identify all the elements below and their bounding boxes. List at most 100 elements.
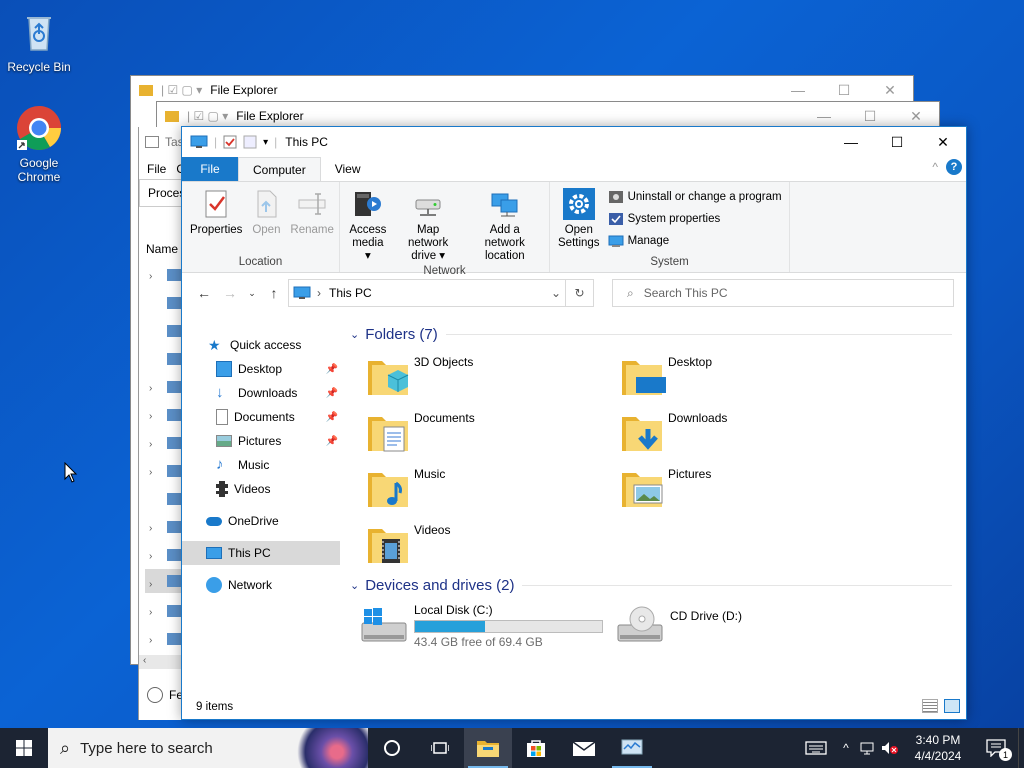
nav-desktop[interactable]: Desktop 📌 — [182, 357, 340, 381]
nav-network[interactable]: Network — [182, 573, 340, 597]
column-header-name[interactable]: Name — [146, 242, 178, 256]
nav-pictures[interactable]: Pictures 📌 — [182, 429, 340, 453]
folder-desktop[interactable]: Desktop — [620, 351, 860, 399]
menu-file[interactable]: File — [147, 162, 166, 176]
rename-label: Rename — [290, 224, 334, 236]
folder-pictures[interactable]: Pictures — [620, 463, 860, 511]
address-dropdown-icon[interactable]: ⌄ — [551, 286, 561, 300]
refresh-button[interactable]: ↻ — [565, 280, 593, 306]
folder-3d-objects[interactable]: 3D Objects — [366, 351, 606, 399]
nav-documents[interactable]: Documents 📌 — [182, 405, 340, 429]
map-network-drive-button[interactable]: Map network drive ▾ — [392, 186, 465, 263]
taskbar-mail[interactable] — [560, 728, 608, 768]
drive-d[interactable]: CD Drive (D:) — [616, 603, 742, 647]
clock-time: 3:40 PM — [915, 733, 961, 747]
title-bar[interactable]: | ▾ | This PC — ☐ ✕ — [182, 127, 966, 157]
forward-button[interactable]: → — [218, 281, 242, 305]
breadcrumb-this-pc[interactable]: This PC — [329, 286, 372, 300]
horizontal-scrollbar[interactable]: ‹ — [139, 655, 182, 669]
taskbar-search-input[interactable]: Type here to search — [80, 740, 213, 757]
section-title: Devices and drives (2) — [365, 576, 515, 594]
minimize-button[interactable]: — — [775, 76, 821, 104]
manage-button[interactable]: Manage — [608, 230, 782, 252]
taskbar-task-manager[interactable] — [608, 728, 656, 768]
nav-this-pc[interactable]: This PC — [182, 541, 340, 565]
customize-qa-dropdown[interactable]: ▾ — [263, 137, 268, 148]
drive-c[interactable]: Local Disk (C:) 43.4 GB free of 69.4 GB — [360, 603, 603, 649]
desktop-icon-chrome[interactable]: Google Chrome — [1, 104, 77, 184]
download-arrow-icon: ↓ — [216, 384, 224, 401]
close-button[interactable]: ✕ — [920, 127, 966, 157]
folders-section-header[interactable]: ⌄ Folders (7) — [350, 323, 952, 345]
task-view-button[interactable] — [416, 728, 464, 768]
open-settings-button[interactable]: Open Settings — [554, 186, 604, 254]
nav-videos[interactable]: Videos — [182, 477, 340, 501]
help-icon[interactable]: ? — [946, 159, 962, 175]
folder-music[interactable]: Music — [366, 463, 606, 511]
task-manager-window-fragment[interactable]: Tas File O Proces Name › › › › › › › › ›… — [138, 127, 182, 720]
open-button[interactable]: Open — [246, 186, 286, 254]
nav-label: Documents — [234, 410, 295, 424]
tab-file[interactable]: File — [182, 157, 238, 181]
system-properties-button[interactable]: System properties — [608, 208, 782, 230]
uninstall-program-button[interactable]: Uninstall or change a program — [608, 186, 782, 208]
address-bar[interactable]: › This PC ⌄ ↻ — [288, 279, 594, 307]
tab-processes[interactable]: Proces — [139, 179, 182, 207]
nav-music[interactable]: ♪ Music — [182, 453, 340, 477]
taskbar-microsoft-store[interactable] — [512, 728, 560, 768]
recent-locations-dropdown[interactable]: ⌄ — [244, 281, 260, 305]
touch-keyboard-button[interactable] — [796, 728, 836, 768]
maximize-button[interactable]: ☐ — [874, 127, 920, 157]
rename-button[interactable]: Rename — [286, 186, 337, 254]
tab-computer[interactable]: Computer — [238, 157, 321, 181]
settings-gear-icon — [562, 188, 595, 220]
quick-access-toolbar: | ☑ ▢ ▾ — [161, 83, 203, 97]
windows-drive-icon — [361, 608, 407, 642]
music-folder-icon — [366, 463, 414, 511]
search-box[interactable]: ⌕ Search This PC — [612, 279, 954, 307]
map-network-drive-icon — [415, 199, 441, 216]
taskbar-file-explorer[interactable] — [464, 728, 512, 768]
close-button[interactable]: ✕ — [867, 76, 913, 104]
new-folder-qa-icon[interactable] — [243, 135, 257, 149]
nav-label: This PC — [228, 546, 271, 560]
properties-button[interactable]: Properties — [186, 186, 246, 254]
network-status-icon[interactable] — [856, 741, 878, 755]
volume-muted-icon[interactable] — [878, 741, 902, 755]
file-explorer-window-this-pc[interactable]: | ▾ | This PC — ☐ ✕ File Computer View ^… — [181, 126, 967, 720]
nav-downloads[interactable]: ↓ Downloads 📌 — [182, 381, 340, 405]
nav-quick-access[interactable]: ★ Quick access — [182, 333, 340, 357]
add-network-location-button[interactable]: Add a network location — [465, 186, 545, 263]
tab-view[interactable]: View — [321, 157, 375, 181]
system-properties-label: System properties — [627, 213, 721, 225]
minimize-ribbon-icon[interactable]: ^ — [932, 160, 938, 174]
back-button[interactable]: ← — [192, 281, 216, 305]
folder-downloads[interactable]: Downloads — [620, 407, 860, 455]
maximize-button[interactable]: ☐ — [821, 76, 867, 104]
large-icons-view-icon[interactable] — [944, 699, 960, 713]
up-button[interactable]: ↑ — [262, 281, 286, 305]
folder-documents[interactable]: Documents — [366, 407, 606, 455]
show-hidden-icons-chevron-icon[interactable]: ^ — [836, 741, 856, 755]
show-desktop-button[interactable] — [1018, 728, 1024, 768]
cortana-button[interactable] — [368, 728, 416, 768]
nav-onedrive[interactable]: OneDrive — [182, 509, 340, 533]
clock[interactable]: 3:40 PM 4/4/2024 — [902, 732, 974, 764]
fewer-details-icon[interactable] — [147, 687, 163, 703]
minimize-button[interactable]: — — [828, 127, 874, 157]
film-icon — [216, 481, 228, 497]
search-input[interactable]: Search This PC — [644, 286, 728, 300]
devices-section-header[interactable]: ⌄ Devices and drives (2) — [350, 574, 952, 596]
pictures-folder-icon — [620, 463, 668, 511]
breadcrumb-chevron-icon[interactable]: › — [317, 286, 321, 300]
desktop-icon-recycle-bin[interactable]: Recycle Bin — [1, 8, 77, 74]
start-button[interactable] — [0, 728, 48, 768]
action-center-button[interactable]: 1 — [974, 728, 1018, 768]
this-pc-icon — [206, 547, 222, 559]
access-media-button[interactable]: Access media ▾ — [344, 186, 392, 263]
properties-qa-icon[interactable] — [223, 135, 237, 149]
folder-videos[interactable]: Videos — [366, 519, 606, 567]
details-view-icon[interactable] — [922, 699, 938, 713]
taskbar-search-box[interactable]: ⌕ Type here to search — [48, 728, 368, 768]
svg-text:›: › — [149, 383, 152, 394]
